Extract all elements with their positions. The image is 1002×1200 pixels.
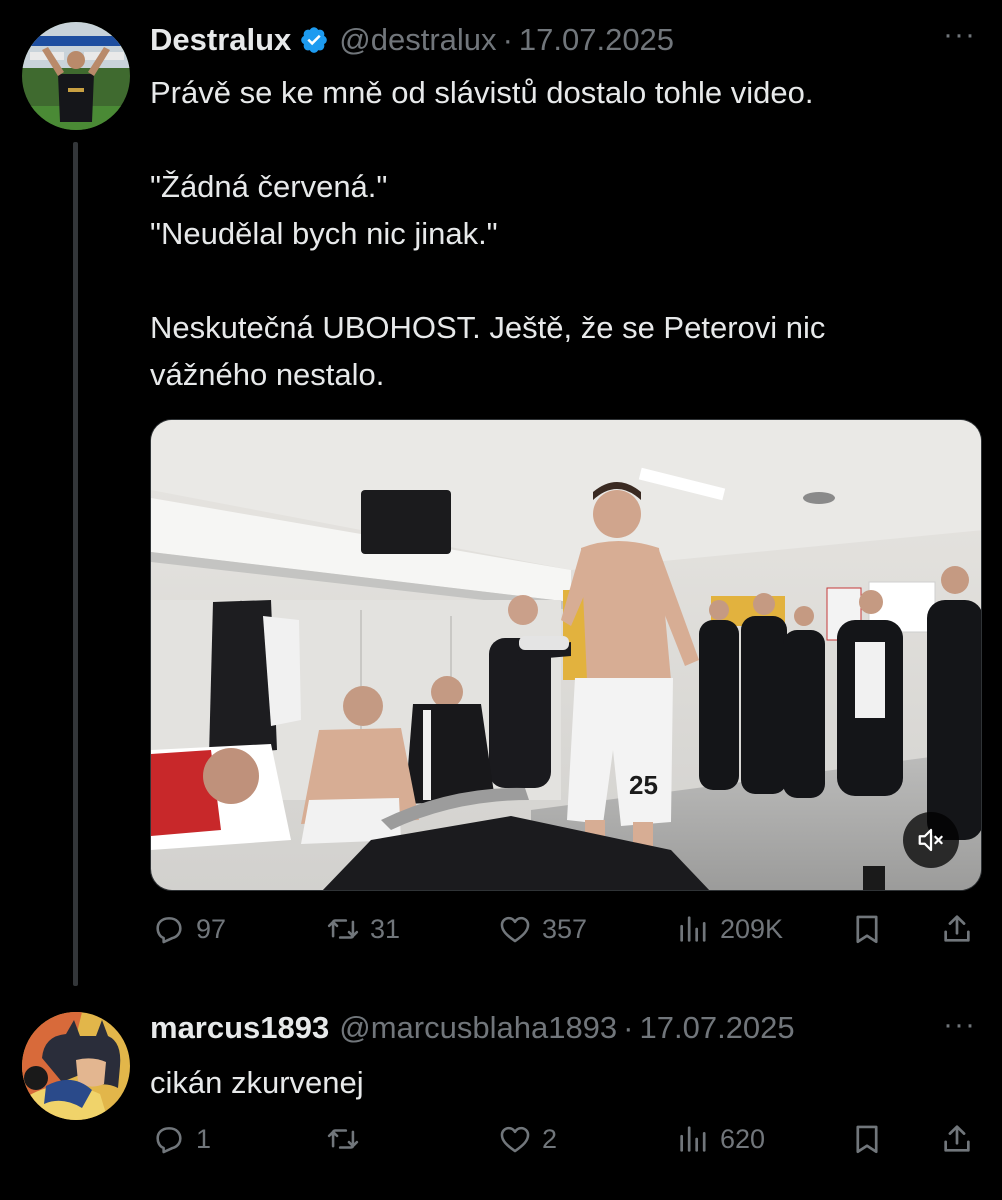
main-tweet[interactable]: Destralux @destralux · 17.07.2025 ··· Pr…	[0, 0, 1002, 990]
author-display-name[interactable]: Destralux	[150, 22, 291, 58]
tweet-action-bar: 97 31 357 209K	[150, 912, 982, 952]
tweet-date[interactable]: 17.07.2025	[519, 22, 674, 58]
jersey-number: 25	[629, 770, 658, 800]
more-icon[interactable]: ···	[943, 18, 976, 52]
tweet-text-line: Právě se ke mně od slávistů dostalo tohl…	[150, 75, 814, 110]
like-icon	[500, 1126, 530, 1153]
reply-share-button[interactable]	[940, 1122, 974, 1156]
reply-more-icon[interactable]: ···	[943, 1008, 976, 1042]
bookmark-icon	[856, 1125, 878, 1154]
reply-author-avatar[interactable]	[22, 1012, 130, 1120]
reply-author-display-name[interactable]: marcus1893	[150, 1010, 329, 1046]
tweet-text-line: "Žádná červená."	[150, 169, 388, 204]
thread-connector-line	[73, 142, 78, 986]
author-avatar[interactable]	[22, 22, 130, 130]
repost-button[interactable]: 31	[326, 912, 400, 946]
views-icon	[680, 1126, 706, 1152]
like-button[interactable]: 357	[498, 912, 587, 946]
reply-bookmark-button[interactable]	[850, 1122, 884, 1156]
reply-header-separator: ·	[623, 1010, 634, 1045]
share-button[interactable]	[940, 912, 974, 946]
reply-views-button[interactable]: 620	[676, 1122, 765, 1156]
bookmark-icon	[856, 915, 878, 944]
reply-icon	[156, 1127, 182, 1154]
tweet-text: Právě se ke mně od slávistů dostalo tohl…	[150, 69, 970, 398]
reply-reply-count: 1	[196, 1123, 212, 1154]
views-count: 209K	[720, 913, 784, 944]
reply-like-button[interactable]: 2	[498, 1122, 557, 1156]
repost-icon	[327, 1129, 359, 1149]
reply-icon	[156, 917, 182, 944]
reply-header: marcus1893 @marcusblaha1893 · 17.07.2025	[150, 1010, 795, 1046]
speaker-muted-icon	[918, 828, 943, 852]
reply-reply-button[interactable]: 1	[152, 1122, 211, 1156]
views-icon	[680, 916, 706, 942]
reply-action-bar: 1 2 620	[150, 1122, 982, 1162]
tweet-video[interactable]: 25	[150, 419, 982, 891]
repost-count: 31	[370, 913, 401, 944]
video-frame: 25	[151, 420, 981, 890]
tweet-text-line: vážného nestalo.	[150, 357, 385, 392]
reply-text-line: cikán zkurvenej	[150, 1065, 364, 1100]
reply-button[interactable]: 97	[152, 912, 226, 946]
reply-tweet[interactable]: marcus1893 @marcusblaha1893 · 17.07.2025…	[0, 990, 1002, 1200]
reply-like-count: 2	[542, 1123, 558, 1154]
reply-date[interactable]: 17.07.2025	[640, 1010, 795, 1046]
author-handle[interactable]: @destralux	[339, 22, 496, 58]
tweet-text-line: Neskutečná UBOHOST. Ještě, že se Peterov…	[150, 310, 826, 345]
mute-toggle-button[interactable]	[903, 812, 959, 868]
tweet-text-blank-line	[150, 257, 970, 304]
tweet-header: Destralux @destralux · 17.07.2025	[150, 20, 674, 60]
like-count: 357	[542, 913, 588, 944]
reply-views-count: 620	[720, 1123, 766, 1154]
tweet-text-line: "Neudělal bych nic jinak."	[150, 216, 498, 251]
repost-icon	[327, 919, 359, 939]
bookmark-button[interactable]	[850, 912, 884, 946]
header-separator: ·	[502, 22, 513, 57]
views-button[interactable]: 209K	[676, 912, 783, 946]
reply-repost-button[interactable]	[326, 1122, 370, 1156]
reply-count: 97	[196, 913, 227, 944]
like-icon	[500, 916, 530, 943]
reply-text: cikán zkurvenej	[150, 1059, 970, 1106]
share-icon	[944, 915, 970, 942]
verified-badge-icon	[301, 27, 328, 53]
reply-author-handle[interactable]: @marcusblaha1893	[339, 1010, 617, 1046]
share-icon	[944, 1125, 970, 1152]
tweet-text-blank-line	[150, 116, 970, 163]
